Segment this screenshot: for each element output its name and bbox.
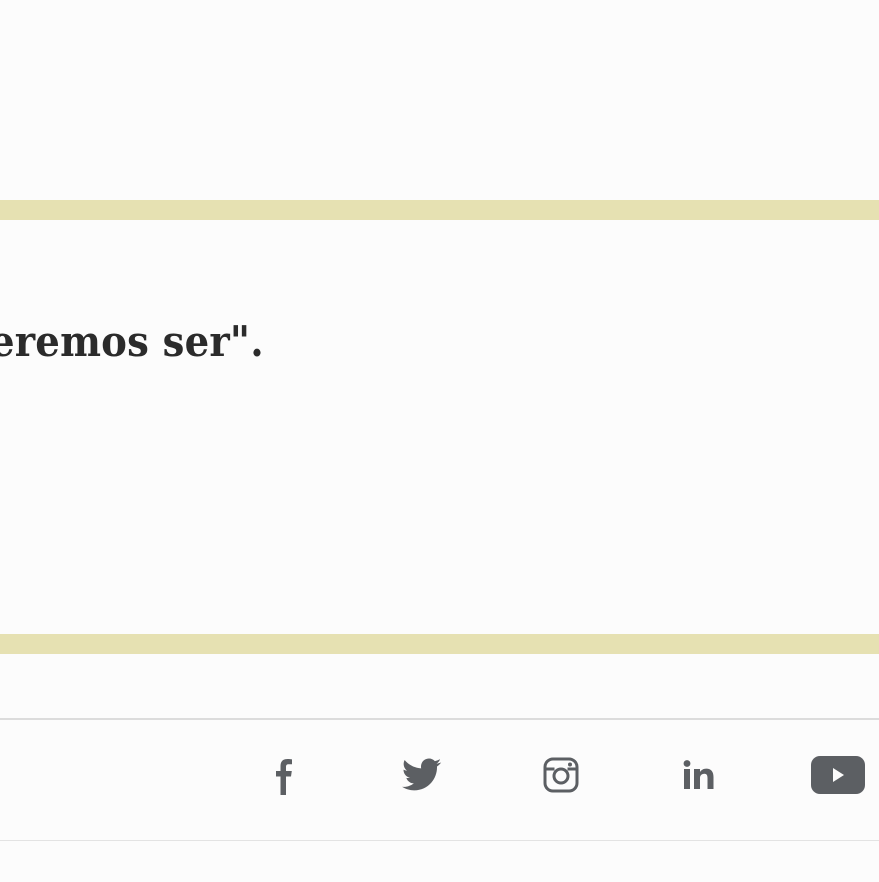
instagram-icon <box>542 756 580 794</box>
quote-bottom-band <box>0 634 879 654</box>
facebook-link[interactable] <box>262 752 306 798</box>
youtube-icon <box>811 756 865 794</box>
quote-top-band <box>0 200 879 220</box>
instagram-link[interactable] <box>539 752 583 798</box>
quote-text: eremos ser". <box>0 317 264 366</box>
linkedin-link[interactable] <box>677 752 721 798</box>
youtube-link[interactable] <box>808 752 868 798</box>
facebook-icon <box>272 753 296 797</box>
twitter-link[interactable] <box>400 752 444 798</box>
footer-top-divider <box>0 718 879 720</box>
twitter-icon <box>402 758 442 792</box>
linkedin-icon <box>682 759 716 791</box>
footer-bottom-divider <box>0 840 879 841</box>
